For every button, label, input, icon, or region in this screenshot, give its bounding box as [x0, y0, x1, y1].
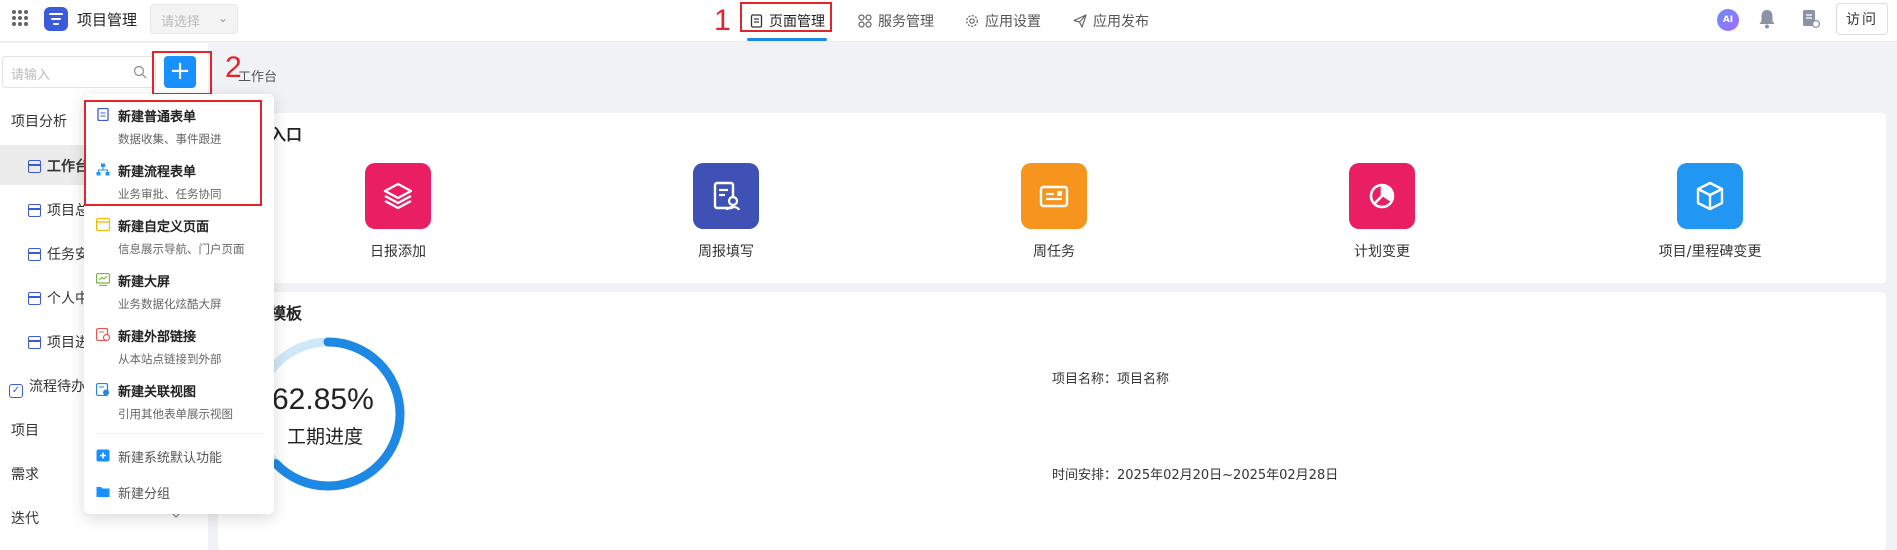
- search-icon: [133, 65, 147, 79]
- entry-milestone-change[interactable]: 项目/里程碑变更: [1630, 163, 1790, 261]
- sidebar-item-label: 工作台: [47, 159, 89, 175]
- ai-assistant-icon[interactable]: AI: [1717, 9, 1739, 31]
- tab-label: 服务管理: [878, 14, 934, 30]
- layers-icon: [365, 163, 431, 229]
- custom-page-icon: [96, 218, 110, 231]
- id-card-icon: [1021, 163, 1087, 229]
- menu-item-title: 新建大屏: [118, 275, 171, 290]
- sidebar-group-requirement[interactable]: 需求: [11, 464, 39, 484]
- sidebar-item-label: 个人中: [47, 291, 89, 307]
- menu-item-title: 新建关联视图: [118, 385, 197, 400]
- board-card-title: 模板: [270, 304, 303, 323]
- active-tab-indicator: [747, 38, 827, 41]
- progress-label: 工期进度: [287, 426, 364, 448]
- menu-item-new-related-view[interactable]: 新建关联视图 引用其他表单展示视图: [96, 381, 266, 422]
- menu-divider: [96, 433, 264, 434]
- page-icon: [750, 14, 763, 28]
- report-user-icon: [693, 163, 759, 229]
- pie-chart-icon: [1349, 163, 1415, 229]
- bell-icon[interactable]: [1758, 8, 1776, 30]
- menu-item-new-group[interactable]: 新建分组: [96, 483, 170, 502]
- sidebar-search-input[interactable]: 请输入: [2, 56, 156, 88]
- tab-page-management[interactable]: 页面管理: [750, 0, 825, 42]
- app-select-placeholder: 请选择: [161, 15, 201, 30]
- grid-services-icon: [858, 14, 872, 28]
- board-card: [218, 292, 1886, 550]
- screen-icon: [96, 273, 110, 286]
- sidebar-group-project[interactable]: 项目: [11, 420, 39, 440]
- tab-service-management[interactable]: 服务管理: [858, 0, 934, 42]
- page-icon: [28, 336, 41, 349]
- sidebar-item-label: 任务安: [47, 247, 89, 263]
- menu-item-title: 新建分组: [118, 487, 171, 502]
- visit-button[interactable]: 访问: [1836, 3, 1888, 35]
- entry-weekly-task[interactable]: 周任务: [974, 163, 1134, 261]
- entry-weekly-report[interactable]: 周报填写: [646, 163, 806, 261]
- annotation-step-1: 1: [714, 4, 731, 37]
- sidebar-item-workbench[interactable]: 工作台: [28, 156, 89, 176]
- send-icon: [1073, 14, 1087, 28]
- schedule-text: 时间安排：2025年02月20日~2025年02月28日: [1052, 468, 1339, 483]
- page-icon: [28, 204, 41, 217]
- sidebar-item-personal-center[interactable]: 个人中: [28, 288, 89, 308]
- entry-label: 周报填写: [698, 244, 754, 260]
- sidebar-group-project-analysis[interactable]: 项目分析: [11, 111, 67, 131]
- menu-item-desc: 从本站点链接到外部: [118, 352, 222, 366]
- sidebar-item-label: 项目进: [47, 335, 89, 351]
- cube-icon: [1677, 163, 1743, 229]
- search-placeholder: 请输入: [11, 68, 51, 83]
- menu-item-desc: 引用其他表单展示视图: [118, 407, 233, 421]
- checkbox-icon: ✓: [9, 384, 23, 398]
- entry-card-title: 入口: [270, 125, 303, 144]
- progress-percent: 62.85%: [272, 383, 374, 416]
- entry-plan-change[interactable]: 计划变更: [1302, 163, 1462, 261]
- view-icon: [96, 383, 109, 396]
- page-icon: [28, 160, 41, 173]
- menu-item-desc: 业务数据化炫酷大屏: [118, 297, 222, 311]
- sidebar-item-project-overview[interactable]: 项目总: [28, 200, 89, 220]
- sidebar-group-label: 流程待办: [29, 379, 85, 395]
- sidebar-item-label: 项目总: [47, 203, 89, 219]
- document-user-icon[interactable]: [1802, 9, 1820, 29]
- entry-label: 日报添加: [370, 244, 426, 260]
- link-icon: [96, 328, 110, 341]
- menu-item-title: 新建外部链接: [118, 330, 197, 345]
- sidebar-item-project-progress[interactable]: 项目进: [28, 332, 89, 352]
- entry-label: 周任务: [1033, 244, 1075, 260]
- sidebar-group-iteration[interactable]: 迭代: [11, 508, 39, 528]
- chevron-down-icon: ⌄: [217, 11, 228, 25]
- top-bar: 项目管理 请选择 ⌄ 1 页面管理 服务管理 应用设置 应用发布 AI 访问: [0, 0, 1897, 42]
- entry-daily-report[interactable]: 日报添加: [318, 163, 478, 261]
- breadcrumb[interactable]: 工作台: [238, 66, 277, 85]
- folder-icon: [96, 487, 110, 497]
- entry-label: 计划变更: [1354, 244, 1410, 260]
- tab-label: 应用设置: [985, 14, 1041, 30]
- tab-app-settings[interactable]: 应用设置: [965, 0, 1041, 42]
- menu-item-title: 新建自定义页面: [118, 220, 210, 235]
- app-title: 项目管理: [77, 11, 138, 29]
- tab-app-publish[interactable]: 应用发布: [1073, 0, 1149, 42]
- menu-item-new-big-screen[interactable]: 新建大屏 业务数据化炫酷大屏: [96, 271, 266, 312]
- page-icon: [28, 248, 41, 261]
- tab-label: 页面管理: [769, 14, 825, 30]
- menu-item-new-external-link[interactable]: 新建外部链接 从本站点链接到外部: [96, 326, 266, 367]
- page-icon: [28, 292, 41, 305]
- app-logo-icon: [44, 7, 68, 31]
- menu-item-desc: 信息展示导航、门户页面: [118, 242, 245, 256]
- project-name-text: 项目名称：项目名称: [1052, 372, 1170, 387]
- highlight-box-menu-forms: [84, 100, 262, 206]
- menu-item-title: 新建系统默认功能: [118, 451, 223, 466]
- entry-label: 项目/里程碑变更: [1658, 244, 1762, 260]
- menu-item-new-system-default[interactable]: 新建系统默认功能: [96, 447, 222, 466]
- menu-item-new-custom-page[interactable]: 新建自定义页面 信息展示导航、门户页面: [96, 216, 266, 257]
- highlight-box-add-button: [152, 51, 212, 95]
- apps-grid-icon[interactable]: [12, 10, 28, 26]
- gear-icon: [966, 15, 978, 27]
- sidebar-group-flow-todo[interactable]: ✓ 流程待办: [9, 376, 85, 398]
- plus-square-icon: [96, 449, 110, 462]
- sidebar-item-task[interactable]: 任务安: [28, 244, 89, 264]
- app-select[interactable]: 请选择 ⌄: [150, 4, 238, 34]
- tab-label: 应用发布: [1093, 14, 1149, 30]
